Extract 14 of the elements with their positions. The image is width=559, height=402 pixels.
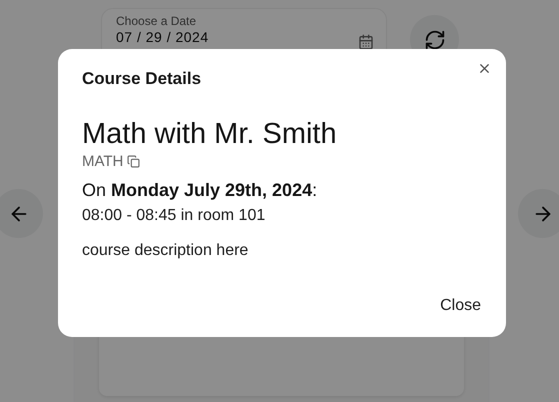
date-label: Choose a Date — [116, 14, 198, 28]
refresh-icon — [424, 28, 446, 50]
copy-icon[interactable] — [127, 155, 140, 168]
course-name: Math with Mr. Smith — [82, 118, 337, 151]
course-description: course description here — [82, 242, 248, 260]
close-icon[interactable] — [477, 61, 492, 76]
previous-button[interactable] — [0, 189, 43, 238]
date-line: On Monday July 29th, 2024: — [82, 180, 318, 201]
date-value: 07 / 29 / 2024 — [116, 29, 209, 45]
next-button[interactable] — [518, 189, 559, 238]
close-button[interactable]: Close — [439, 293, 482, 319]
course-code: MATH — [82, 153, 124, 170]
calendar-icon[interactable] — [358, 34, 374, 50]
time-room: 08:00 - 08:45 in room 101 — [82, 207, 266, 225]
